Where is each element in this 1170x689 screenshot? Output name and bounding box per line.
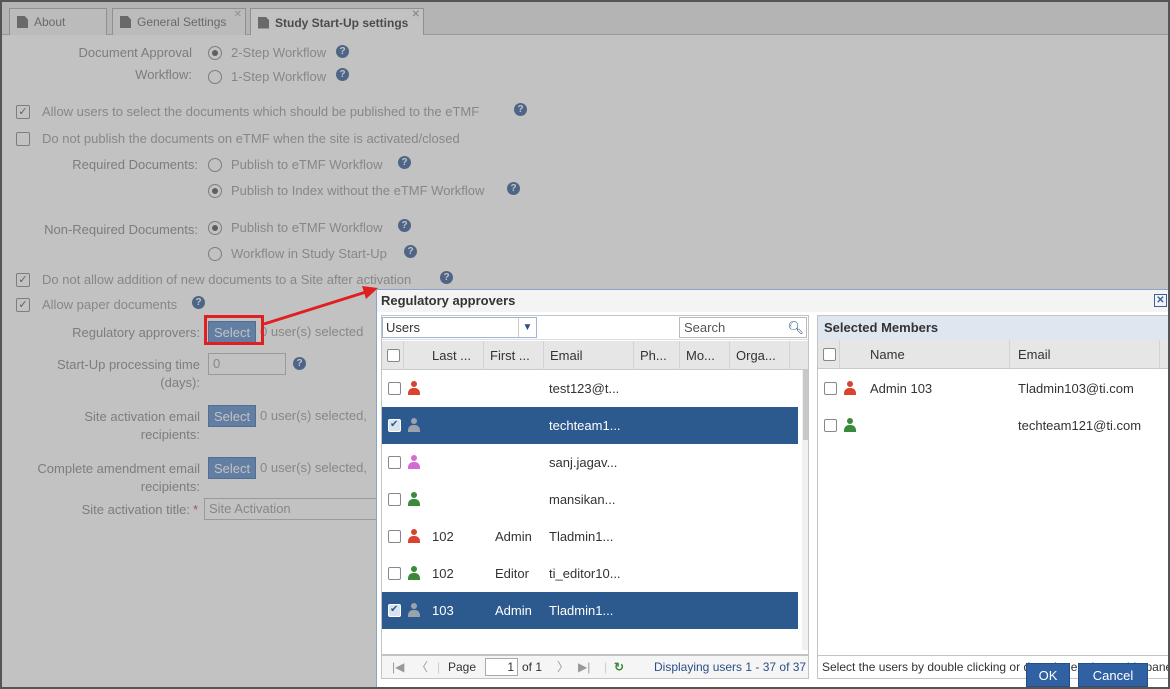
selected-member-row[interactable]: techteam121@ti.com — [818, 407, 1168, 444]
user-icon — [844, 418, 856, 432]
col-last-name[interactable]: Last ... — [426, 341, 484, 370]
row-checkbox[interactable] — [388, 382, 401, 395]
email-cell: mansikan... — [549, 492, 616, 507]
member-email: Tladmin103@ti.com — [1018, 381, 1134, 396]
row-checkbox[interactable] — [388, 419, 401, 432]
row-checkbox[interactable] — [388, 604, 401, 617]
close-icon[interactable]: ✕ — [1154, 294, 1167, 307]
table-row[interactable]: test123@t... — [382, 370, 798, 407]
users-type-combo[interactable]: Users ▼ — [382, 317, 537, 338]
first-page-icon[interactable]: |◀ — [392, 656, 404, 678]
email-cell: Tladmin1... — [549, 603, 614, 618]
user-icon — [408, 418, 420, 432]
row-checkbox[interactable] — [388, 567, 401, 580]
app-window: About General Settings ✕ Study Start-Up … — [0, 0, 1170, 689]
chevron-down-icon[interactable]: ▼ — [518, 318, 536, 337]
search-input[interactable]: Search 🔍︎ — [679, 317, 807, 338]
prev-page-icon[interactable]: 〈 — [416, 656, 428, 678]
email-cell: test123@t... — [549, 381, 620, 396]
select-all-cell[interactable] — [382, 341, 404, 370]
member-name: Admin 103 — [870, 381, 933, 396]
users-grid-panel: Users ▼ Search 🔍︎ Last ... First ... Ema… — [381, 315, 809, 655]
selected-member-row[interactable]: Admin 103 Tladmin103@ti.com — [818, 370, 1168, 407]
email-cell: Tladmin1... — [549, 529, 614, 544]
ok-button[interactable]: OK — [1026, 663, 1070, 687]
user-icon — [408, 603, 420, 617]
col-email[interactable]: Email — [544, 341, 634, 370]
col-first-name[interactable]: First ... — [484, 341, 544, 370]
page-label: Page — [448, 660, 477, 674]
last-page-icon[interactable]: ▶| — [578, 656, 590, 678]
user-icon — [408, 492, 420, 506]
col-phone[interactable]: Ph... — [634, 341, 680, 370]
col-name[interactable]: Name — [862, 340, 1010, 369]
separator: | — [437, 660, 441, 674]
table-row[interactable] — [382, 629, 798, 639]
email-cell: sanj.jagav... — [549, 455, 618, 470]
row-checkbox[interactable] — [824, 419, 837, 432]
refresh-icon[interactable]: ↻ — [614, 656, 624, 678]
select-all-checkbox[interactable] — [823, 348, 836, 361]
first-name-cell: Editor — [495, 566, 529, 581]
users-grid-header: Last ... First ... Email Ph... Mo... Org… — [382, 341, 808, 370]
pager-toolbar: |◀ 〈 | Page 1 of 1 〉 ▶| | ↻ Displaying u… — [381, 655, 809, 679]
search-placeholder: Search — [684, 320, 726, 335]
displaying-info: Displaying users 1 - 37 of 37 — [654, 660, 807, 674]
table-row[interactable]: 102 Admin Tladmin1... — [382, 518, 798, 555]
user-icon — [408, 529, 420, 543]
cancel-button[interactable]: Cancel — [1078, 663, 1148, 687]
email-cell: techteam1... — [549, 418, 621, 433]
row-checkbox[interactable] — [388, 493, 401, 506]
last-name-cell: 102 — [432, 529, 454, 544]
row-checkbox[interactable] — [824, 382, 837, 395]
scrollbar-thumb[interactable] — [803, 370, 808, 440]
last-name-cell: 102 — [432, 566, 454, 581]
col-mobile[interactable]: Mo... — [680, 341, 730, 370]
first-name-cell: Admin — [495, 529, 532, 544]
search-icon[interactable]: 🔍︎ — [787, 318, 804, 337]
selected-members-panel: Selected Members Name Email Admin 103 Tla… — [817, 315, 1168, 679]
col-organization[interactable]: Orga... — [730, 341, 790, 370]
table-row[interactable]: techteam1... — [382, 407, 798, 444]
select-all-checkbox[interactable] — [387, 349, 400, 362]
selected-grid-header: Name Email — [818, 340, 1168, 369]
table-row[interactable]: 102 Editor ti_editor10... — [382, 555, 798, 592]
user-icon — [408, 381, 420, 395]
email-cell: ti_editor10... — [549, 566, 621, 581]
dialog-title: Regulatory approvers — [377, 290, 1168, 312]
user-icon — [408, 455, 420, 469]
table-row[interactable]: mansikan... — [382, 481, 798, 518]
select-all-cell[interactable] — [818, 340, 840, 369]
next-page-icon[interactable]: 〉 — [557, 656, 569, 678]
users-combo-value: Users — [386, 320, 420, 335]
page-count: of 1 — [522, 660, 543, 674]
member-email: techteam121@ti.com — [1018, 418, 1142, 433]
table-row[interactable]: sanj.jagav... — [382, 444, 798, 481]
row-checkbox[interactable] — [388, 456, 401, 469]
users-toolbar: Users ▼ Search 🔍︎ — [382, 316, 808, 340]
table-row[interactable]: 103 Admin Tladmin1... — [382, 592, 798, 629]
first-name-cell: Admin — [495, 603, 532, 618]
row-checkbox[interactable] — [388, 530, 401, 543]
selected-members-title: Selected Members — [818, 316, 1168, 340]
vertical-scrollbar[interactable] — [802, 370, 808, 650]
regulatory-approvers-dialog: Regulatory approvers ✕ Users ▼ Search 🔍︎… — [376, 289, 1168, 687]
last-name-cell: 103 — [432, 603, 454, 618]
user-icon — [408, 566, 420, 580]
col-email[interactable]: Email — [1010, 340, 1160, 369]
separator: | — [604, 660, 608, 674]
user-icon — [844, 381, 856, 395]
page-number-input[interactable]: 1 — [485, 658, 518, 676]
